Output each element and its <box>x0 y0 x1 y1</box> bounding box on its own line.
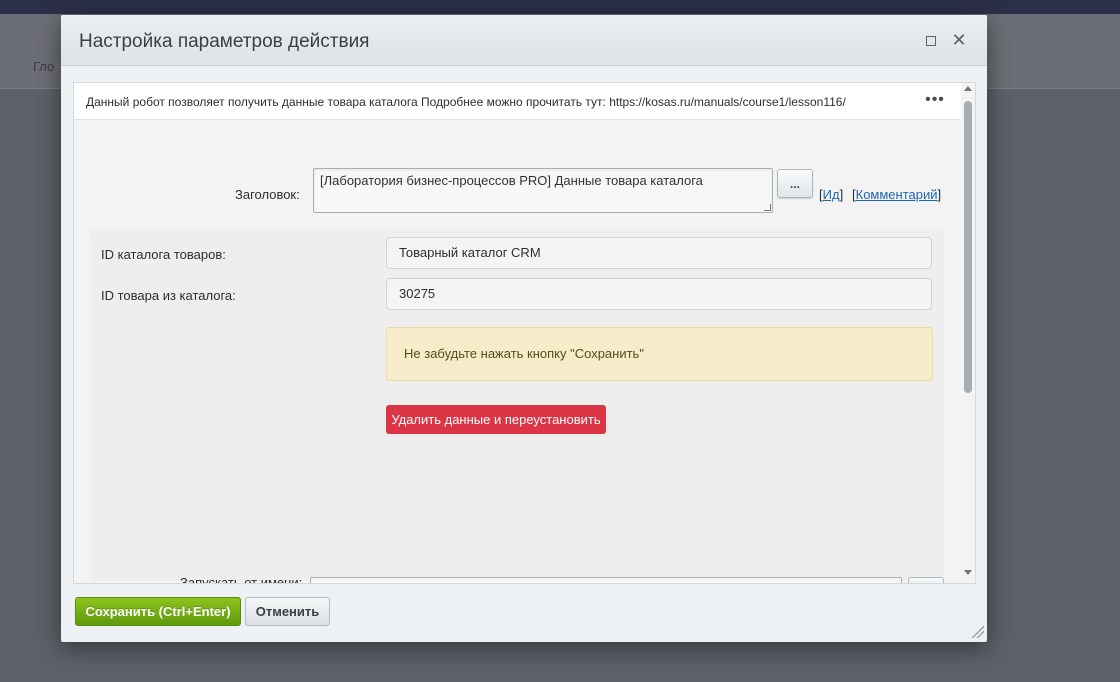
run-as-label: Запускать от имени: <box>180 575 303 584</box>
catalog-id-field[interactable]: Товарный каталог CRM <box>386 237 932 269</box>
close-icon[interactable]: ✕ <box>951 30 967 50</box>
product-id-field[interactable]: 30275 <box>386 278 932 310</box>
description-bar: Данный робот позволяет получить данные т… <box>74 83 961 120</box>
cancel-button[interactable]: Отменить <box>245 597 330 626</box>
robot-description: Данный робот позволяет получить данные т… <box>86 95 846 109</box>
dialog-title: Настройка параметров действия <box>79 31 370 52</box>
insert-value-button[interactable]: ... <box>777 169 813 198</box>
scroll-down-icon[interactable] <box>964 570 972 575</box>
product-id-label: ID товара из каталога: <box>101 288 236 303</box>
dialog-resize-icon[interactable] <box>970 624 984 638</box>
catalog-id-label: ID каталога товаров: <box>101 247 226 262</box>
settings-panel: ID каталога товаров: Товарный каталог CR… <box>89 229 944 581</box>
maximize-icon[interactable] <box>926 36 936 46</box>
save-button[interactable]: Сохранить (Ctrl+Enter) <box>75 597 241 626</box>
run-as-button[interactable] <box>908 577 944 583</box>
background-top-bar <box>0 0 1120 14</box>
comment-link[interactable]: Комментарий <box>856 187 938 202</box>
background-partial-text: Гло <box>33 59 55 74</box>
more-options-icon[interactable]: ••• <box>925 92 945 108</box>
dialog-content: Данный робот позволяет получить данные т… <box>73 82 976 584</box>
textarea-resize-grip-icon[interactable] <box>764 204 771 211</box>
id-link[interactable]: Ид <box>823 187 840 202</box>
action-settings-dialog: Настройка параметров действия ✕ Данный р… <box>61 15 987 642</box>
title-label: Заголовок: <box>235 187 300 202</box>
comment-link-group: [Комментарий] <box>852 187 942 202</box>
save-reminder-alert: Не забудьте нажать кнопку "Сохранить" <box>386 327 933 381</box>
content-scrollbar[interactable] <box>962 83 975 583</box>
dialog-titlebar: Настройка параметров действия ✕ <box>61 15 987 66</box>
id-link-group: [Ид] <box>819 187 844 202</box>
scroll-thumb[interactable] <box>964 101 972 393</box>
run-as-field[interactable] <box>310 577 902 583</box>
title-input[interactable]: [Лаборатория бизнес-процессов PRO] Данны… <box>313 168 773 213</box>
scroll-up-icon[interactable] <box>964 86 972 91</box>
delete-and-reinstall-button[interactable]: Удалить данные и переустановить <box>386 405 606 434</box>
